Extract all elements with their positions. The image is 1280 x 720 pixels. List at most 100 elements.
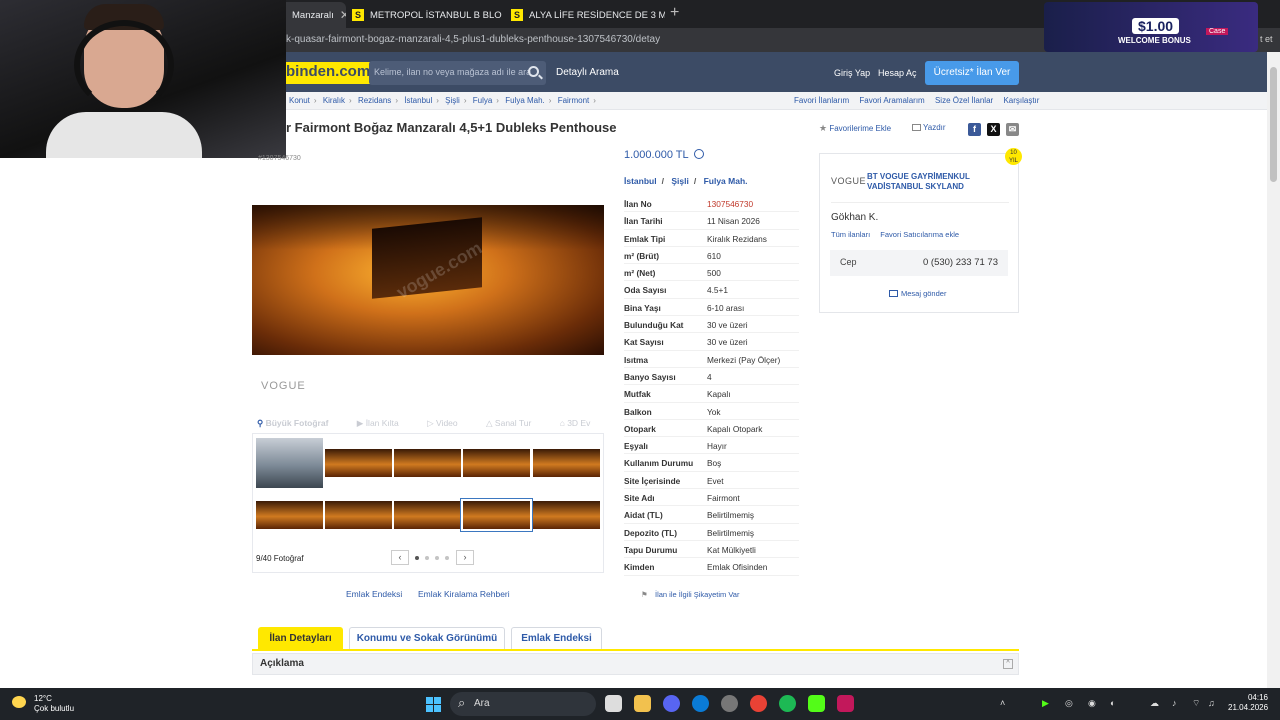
tray-icon[interactable]: ◎	[1065, 698, 1073, 709]
thumbnail[interactable]	[394, 449, 461, 477]
browser-tab[interactable]: S METROPOL İSTANBUL B BLOK YÜK ✕	[346, 2, 502, 28]
thumbnail[interactable]	[533, 501, 600, 529]
location-city[interactable]: İstanbul	[624, 176, 657, 186]
video-button: ▷ Video	[427, 418, 458, 428]
page-dot[interactable]	[415, 556, 419, 560]
thumbnail[interactable]	[256, 501, 323, 529]
login-link[interactable]: Giriş Yap	[834, 68, 870, 78]
favorite-searches-link[interactable]: Favori Aramalarım	[859, 96, 924, 105]
breadcrumb-item[interactable]: Kiralık	[323, 96, 345, 105]
favorite-listings-link[interactable]: Favori İlanlarım	[794, 96, 849, 105]
chevron-up-icon[interactable]: ˄	[1000, 698, 1005, 708]
tab-real-estate-index[interactable]: Emlak Endeksi	[511, 627, 602, 649]
thumbnail[interactable]	[394, 501, 461, 529]
rental-guide-link[interactable]: Emlak Kiralama Rehberi	[418, 589, 510, 599]
detailed-search-link[interactable]: Detaylı Arama	[556, 67, 619, 78]
3d-home-button: ⌂ 3D Ev	[559, 418, 591, 428]
taskbar-search[interactable]: Ara	[450, 692, 596, 716]
detail-key: Banyo Sayısı	[624, 371, 676, 382]
detail-key: Otopark	[624, 423, 656, 434]
browser-tab[interactable]: S ALYA LİFE RESİDENCE DE 3 METRE ✕	[505, 2, 665, 28]
facebook-icon[interactable]: f	[968, 123, 981, 136]
app-icon[interactable]	[837, 695, 854, 712]
seller-logo[interactable]: VOGUE	[831, 176, 866, 186]
tab-location[interactable]: Konumu ve Sokak Görünümü	[349, 627, 505, 649]
chrome-icon[interactable]	[750, 695, 767, 712]
close-icon[interactable]: ✕	[334, 8, 346, 22]
real-estate-index-link[interactable]: Emlak Endeksi	[346, 589, 402, 599]
edge-icon[interactable]	[692, 695, 709, 712]
file-explorer-icon[interactable]	[634, 695, 651, 712]
large-photo-button[interactable]: ⚲ Büyük Fotoğraf	[257, 418, 341, 428]
thumbnail[interactable]	[325, 501, 392, 529]
location-neighborhood[interactable]: Fulya Mah.	[704, 176, 748, 186]
kick-icon[interactable]	[808, 695, 825, 712]
tray-icon[interactable]: ▶	[1042, 698, 1049, 709]
spotify-icon[interactable]	[779, 695, 796, 712]
search-input[interactable]: Kelime, ilan no veya mağaza adı ile ara	[369, 61, 546, 85]
description-header[interactable]: Açıklama ^	[252, 653, 1019, 675]
breadcrumb-item[interactable]: Fulya	[473, 96, 493, 105]
thumbnail[interactable]	[256, 438, 323, 488]
prev-page-button[interactable]: ‹	[391, 550, 409, 565]
thumbnail[interactable]	[463, 449, 530, 477]
scrollbar[interactable]	[1267, 52, 1280, 688]
thumbnail-grid	[252, 433, 604, 573]
page-dot[interactable]	[425, 556, 429, 560]
thumbnail[interactable]	[325, 449, 392, 477]
favorite-button[interactable]: ★ Favorilerime Ekle	[819, 123, 891, 134]
mail-icon[interactable]: ✉	[1006, 123, 1019, 136]
favorite-seller-link[interactable]: Favori Satıcılarıma ekle	[880, 230, 959, 239]
price-history-icon[interactable]	[693, 149, 704, 159]
seller-name[interactable]: BT VOGUE GAYRİMENKUL VADİSTANBUL SKYLAND	[867, 172, 1007, 192]
weather-widget[interactable]: 12°C Çok bulutlu	[12, 694, 74, 714]
main-photo[interactable]: vogue.com	[252, 205, 604, 355]
breadcrumb-item[interactable]: İstanbul	[404, 96, 432, 105]
collapse-icon[interactable]: ^	[1003, 659, 1013, 669]
tray-icon[interactable]: ◉	[1088, 698, 1096, 709]
next-page-button[interactable]: ›	[456, 550, 474, 565]
app-icon[interactable]	[721, 695, 738, 712]
detail-row: Mutfak Kapalı	[624, 385, 799, 403]
compare-link[interactable]: Karşılaştır	[1003, 96, 1039, 105]
breadcrumb-item[interactable]: Şişli	[445, 96, 460, 105]
detail-value: Evet	[707, 475, 724, 486]
listing-id-small: #1307546730	[258, 155, 301, 162]
breadcrumb-item[interactable]: Rezidans	[358, 96, 391, 105]
tray-icon[interactable]: ☁	[1150, 698, 1159, 709]
volume-icon[interactable]: ♫	[1208, 698, 1215, 708]
free-listing-button[interactable]: Ücretsiz* İlan Ver	[925, 61, 1019, 85]
microphone-icon[interactable]: ♪	[1172, 698, 1177, 708]
task-view-icon[interactable]	[605, 695, 622, 712]
register-link[interactable]: Hesap Aç	[878, 68, 917, 78]
breadcrumb-item[interactable]: Fulya Mah.	[505, 96, 545, 105]
discord-icon[interactable]	[663, 695, 680, 712]
thumbnail-selected[interactable]	[460, 498, 533, 532]
send-message-button[interactable]: Mesaj gönder	[889, 289, 946, 298]
wifi-icon[interactable]: ⌔	[1192, 698, 1200, 709]
breadcrumb-item[interactable]: Fairmont	[558, 96, 590, 105]
complaint-link[interactable]: ⚑ İlan ile İlgili Şikayetim Var	[641, 590, 739, 599]
phone-number[interactable]: 0 (530) 233 71 73	[923, 257, 998, 268]
detail-key: Depozito (TL)	[624, 527, 677, 538]
tab-listing-details[interactable]: İlan Detayları	[258, 627, 343, 649]
ad-banner[interactable]: $1.00 WELCOME BONUS Case	[1044, 2, 1258, 52]
x-twitter-icon[interactable]: X	[987, 123, 1000, 136]
detail-row: İlan No 1307546730	[624, 195, 799, 213]
site-logo[interactable]: binden.com	[286, 62, 375, 84]
all-listings-link[interactable]: Tüm ilanları	[831, 230, 870, 239]
new-tab-icon[interactable]: +	[670, 4, 679, 22]
special-listings-link[interactable]: Size Özel İlanlar	[935, 96, 993, 105]
url-text[interactable]: k-quasar-fairmont-bogaz-manzarali-4,5-pl…	[286, 34, 660, 45]
thumbnail[interactable]	[533, 449, 600, 477]
steam-icon[interactable]: ◐	[1110, 698, 1115, 708]
windows-start-icon[interactable]	[426, 697, 441, 712]
print-button[interactable]: Yazdır	[912, 123, 946, 132]
search-icon[interactable]	[528, 66, 539, 77]
location-district[interactable]: Şişli	[671, 176, 688, 186]
clock[interactable]: 04:16 21.04.2026	[1228, 693, 1268, 713]
breadcrumb-item[interactable]: Konut	[289, 96, 310, 105]
scrollbar-thumb[interactable]	[1270, 67, 1277, 182]
page-dot[interactable]	[445, 556, 449, 560]
page-dot[interactable]	[435, 556, 439, 560]
